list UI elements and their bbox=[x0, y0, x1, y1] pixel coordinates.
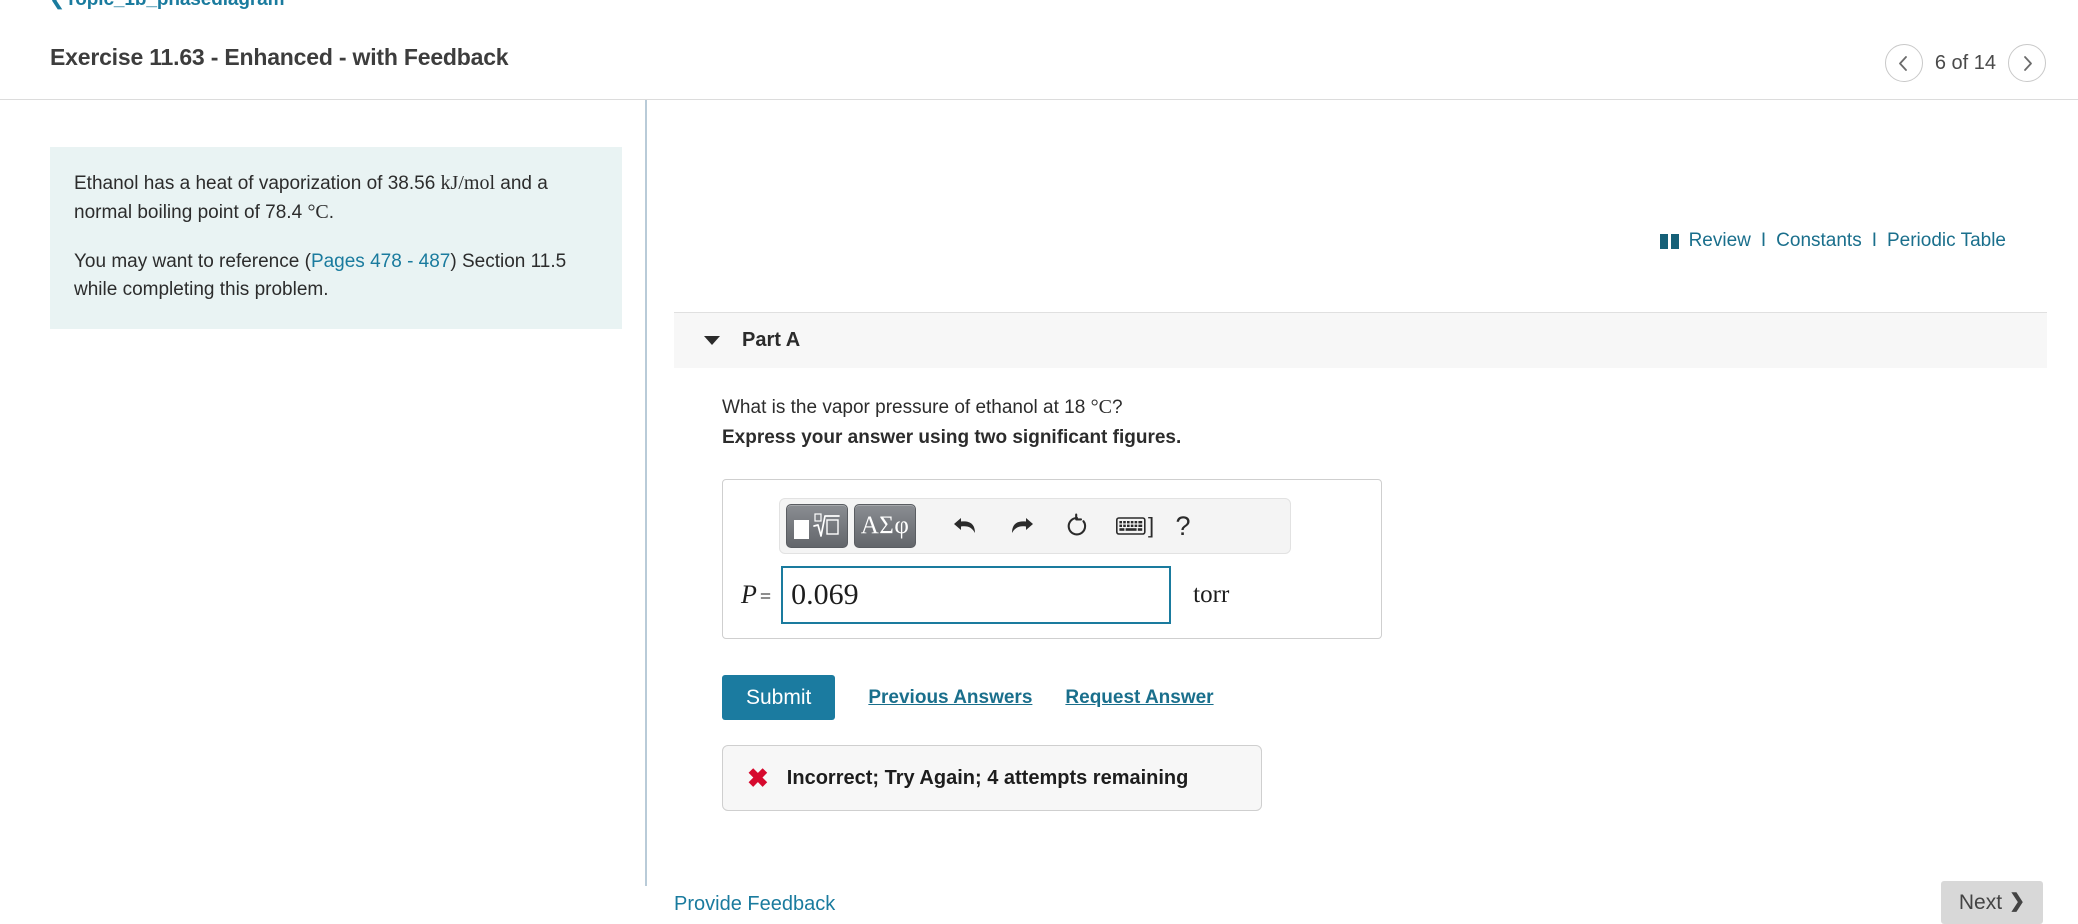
answer-input[interactable] bbox=[781, 566, 1172, 624]
link-separator-1: I bbox=[1760, 230, 1767, 251]
pagination: 6 of 14 bbox=[1884, 44, 2046, 82]
breadcrumb-label: Topic_1b_phasediagram bbox=[65, 0, 284, 10]
equals-sign: = bbox=[759, 586, 772, 608]
math-editor-toolbar: ΑΣφ] ? bbox=[779, 498, 1291, 554]
feedback-message: Incorrect; Try Again; 4 attempts remaini… bbox=[786, 766, 1189, 789]
problem-paragraph-2: You may want to reference (Pages 478 - 4… bbox=[74, 248, 598, 303]
keyboard-icon bbox=[1115, 517, 1146, 535]
template-glyph-icon bbox=[794, 513, 840, 539]
question-text: What is the vapor pressure of ethanol at… bbox=[722, 396, 1123, 419]
book-icon bbox=[1659, 233, 1679, 249]
reference-text-prefix: You may want to reference ( bbox=[74, 251, 311, 272]
help-button[interactable]: ? bbox=[1160, 504, 1206, 548]
undo-button[interactable] bbox=[942, 504, 988, 548]
page-title: Exercise 11.63 - Enhanced - with Feedbac… bbox=[50, 44, 509, 70]
pager-next-button[interactable] bbox=[2008, 44, 2046, 82]
keyboard-bracket-label: ] bbox=[1147, 513, 1155, 538]
problem-statement-pane: Ethanol has a heat of vaporization of 38… bbox=[0, 100, 645, 886]
math-template-button[interactable] bbox=[786, 504, 848, 548]
next-button[interactable]: Next ❯ bbox=[1940, 881, 2043, 924]
answer-instruction: Express your answer using two significan… bbox=[722, 427, 1182, 448]
variable-label: P = bbox=[741, 580, 771, 610]
chevron-right-icon: ❯ bbox=[2009, 891, 2025, 913]
greek-letters-button[interactable]: ΑΣφ bbox=[854, 504, 916, 548]
resource-links: Review I Constants I Periodic Table bbox=[1659, 230, 2006, 252]
units-degrees-celsius: °C bbox=[307, 201, 329, 223]
chevron-right-icon bbox=[2023, 55, 2032, 71]
periodic-table-link[interactable]: Periodic Table bbox=[1887, 230, 2006, 252]
reset-button[interactable] bbox=[1054, 504, 1100, 548]
part-a-label: Part A bbox=[742, 329, 801, 351]
red-x-icon: ✖ bbox=[747, 763, 769, 793]
problem-statement-card: Ethanol has a heat of vaporization of 38… bbox=[50, 147, 622, 330]
redo-arrow-icon bbox=[1011, 518, 1033, 533]
next-button-label: Next bbox=[1958, 891, 2003, 914]
previous-answers-link[interactable]: Previous Answers bbox=[868, 687, 1032, 709]
caret-down-icon[interactable] bbox=[704, 336, 720, 345]
greek-letters-label: ΑΣφ bbox=[860, 512, 910, 539]
content-area: Ethanol has a heat of vaporization of 38… bbox=[0, 100, 2078, 924]
reset-circular-arrow-icon bbox=[1067, 513, 1087, 536]
problem-paragraph-1: Ethanol has a heat of vaporization of 38… bbox=[74, 169, 598, 227]
pages-reference-link[interactable]: Pages 478 - 487 bbox=[311, 251, 450, 272]
provide-feedback-link[interactable]: Provide Feedback bbox=[674, 893, 835, 916]
part-a-header[interactable]: Part A bbox=[674, 312, 2047, 368]
problem-text-1a: Ethanol has a heat of vaporization of 38… bbox=[74, 173, 441, 194]
answer-unit-label: torr bbox=[1193, 581, 1230, 608]
redo-button[interactable] bbox=[998, 504, 1044, 548]
question-text-b: ? bbox=[1111, 397, 1123, 418]
problem-text-1c: . bbox=[328, 202, 335, 223]
feedback-message-box: ✖ Incorrect; Try Again; 4 attempts remai… bbox=[722, 745, 1262, 811]
variable-symbol: P bbox=[741, 580, 757, 609]
question-degrees-celsius: °C bbox=[1090, 396, 1112, 418]
exercise-pane: Review I Constants I Periodic Table Part… bbox=[647, 100, 2078, 924]
chevron-left-icon: ❮ bbox=[50, 0, 64, 10]
review-link[interactable]: Review bbox=[1689, 230, 1751, 252]
pager-label: 6 of 14 bbox=[1934, 51, 1996, 74]
answer-actions: Submit Previous Answers Request Answer bbox=[722, 675, 1214, 721]
units-kj-per-mol: kJ/mol bbox=[440, 172, 495, 194]
chevron-left-icon bbox=[1899, 55, 1908, 71]
link-separator-2: I bbox=[1871, 230, 1877, 251]
answer-input-row: P= torr bbox=[723, 566, 1381, 624]
request-answer-link[interactable]: Request Answer bbox=[1065, 687, 1213, 709]
pager-prev-button[interactable] bbox=[1884, 44, 1923, 82]
answer-entry-box: ΑΣφ] ? P = 0.069 torr bbox=[722, 479, 1382, 639]
undo-arrow-icon bbox=[953, 518, 975, 533]
nth-root-icon bbox=[813, 513, 840, 537]
constants-link[interactable]: Constants bbox=[1776, 230, 1862, 252]
top-bar: ❮Topic_1b_phasediagram Exercise 11.63 - … bbox=[0, 0, 2078, 100]
question-text-a: What is the vapor pressure of ethanol at… bbox=[722, 397, 1091, 418]
submit-button[interactable]: Submit bbox=[722, 675, 836, 721]
breadcrumb[interactable]: ❮Topic_1b_phasediagram bbox=[50, 0, 285, 11]
keyboard-button[interactable]: ] bbox=[1112, 504, 1158, 548]
